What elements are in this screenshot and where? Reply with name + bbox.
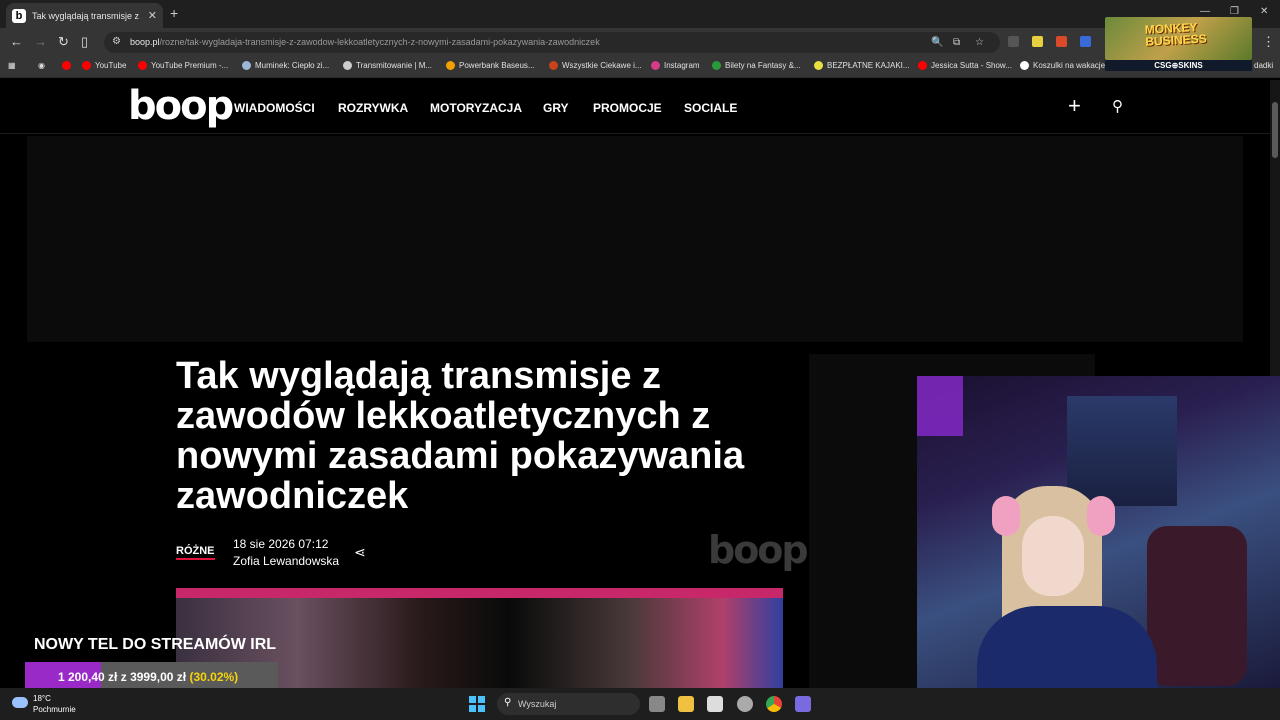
article-headline: Tak wyglądają transmisje z zawodów lekko… (176, 355, 745, 517)
weather-condition[interactable]: Pochmurnie (33, 705, 76, 714)
bookmark-favicon-icon (242, 61, 251, 70)
reload-icon[interactable]: ↻ (58, 34, 69, 50)
close-window-icon[interactable]: ✕ (1260, 6, 1268, 17)
stream-goal-title: NOWY TEL DO STREAMÓW IRL (34, 636, 277, 653)
nav-item-gry[interactable]: GRY (543, 101, 569, 115)
url-text: boop.pl/rozne/tak-wygladaja-transmisje-z… (130, 37, 600, 47)
minimize-icon[interactable]: — (1200, 6, 1210, 17)
weather-temperature[interactable]: 18°C (33, 694, 51, 703)
article-category-link[interactable]: RÓŻNE (176, 545, 215, 560)
article-author[interactable]: Zofia Lewandowska (233, 554, 339, 568)
image-stadium-band (176, 588, 783, 598)
boop-watermark-logo: boop (708, 528, 809, 572)
address-bar[interactable]: ⚙ boop.pl/rozne/tak-wygladaja-transmisje… (104, 32, 1000, 53)
bookmark-favicon-icon (446, 61, 455, 70)
browser-tab[interactable]: b Tak wyglądają transmisje z zaw ✕ (6, 3, 163, 28)
cat-ear-headphones-icon (1087, 496, 1115, 536)
close-tab-icon[interactable]: ✕ (148, 9, 157, 22)
site-info-icon[interactable]: ⚙ (112, 36, 121, 47)
store-icon[interactable] (707, 696, 723, 712)
bookmark-favicon-icon (712, 61, 721, 70)
scrollbar-thumb[interactable] (1272, 102, 1278, 158)
extension-icon[interactable] (1080, 36, 1091, 47)
bookmark-favicon-icon (651, 61, 660, 70)
webcam-background (1067, 396, 1177, 506)
taskbar-search-placeholder: Wyszukaj (518, 699, 557, 709)
bookmark-favicon-icon (138, 61, 147, 70)
bookmark-item[interactable]: Transmitowanie | M... (343, 61, 432, 70)
sponsor-game-title: MONKEY BUSINESS (1144, 20, 1208, 49)
site-logo[interactable]: boop (128, 86, 234, 126)
bookmark-youtube-icon[interactable] (62, 61, 71, 70)
browser-tab-strip: b Tak wyglądają transmisje z zaw ✕ + — ❐… (0, 0, 1280, 28)
file-explorer-icon[interactable] (678, 696, 694, 712)
bookmark-icon[interactable]: ◉ (38, 61, 45, 70)
bookmarks-bar: ▦ ◉ YouTube YouTube Premium -... Muminek… (0, 56, 1280, 78)
new-tab-button[interactable]: + (170, 5, 178, 21)
bookmark-item[interactable]: Instagram (651, 61, 700, 70)
webcam-light (917, 376, 963, 436)
extension-icon[interactable] (1008, 36, 1019, 47)
share-icon[interactable]: ⋖ (354, 544, 366, 561)
taskbar-search[interactable]: ⚲ Wyszukaj (497, 693, 640, 715)
bookmark-item[interactable]: Wszystkie Ciekawe i... (549, 61, 642, 70)
app-icon[interactable] (737, 696, 753, 712)
windows-start-icon[interactable] (469, 696, 485, 712)
sidebar-toggle-icon[interactable]: ▯ (81, 34, 88, 50)
streamer-webcam (917, 376, 1280, 690)
bookmark-item[interactable]: BEZPŁATNE KAJAKI... (814, 61, 910, 70)
chrome-icon[interactable] (766, 696, 782, 712)
bookmark-favicon-icon (918, 61, 927, 70)
stream-goal-text: 1 200,40 zł z 3999,00 zł (30.02%) (58, 670, 239, 684)
search-icon: ⚲ (504, 697, 512, 708)
sponsor-brand: CSG⊕SKINS (1105, 60, 1252, 71)
windows-taskbar: 18°C Pochmurnie ⚲ Wyszukaj (0, 688, 1280, 720)
ad-placeholder (27, 136, 1243, 342)
bookmark-item[interactable]: YouTube Premium -... (138, 61, 228, 70)
sponsor-banner: MONKEY BUSINESS (1105, 17, 1252, 60)
browser-menu-icon[interactable]: ⋮ (1262, 34, 1275, 50)
back-icon[interactable]: ← (10, 34, 23, 49)
webcam-face (1022, 516, 1084, 596)
site-header: boop WIADOMOŚCI ROZRYWKA MOTORYZACJA GRY… (0, 80, 1270, 134)
search-icon[interactable]: ⚲ (1112, 97, 1123, 115)
bookmark-star-icon[interactable]: ☆ (975, 37, 984, 48)
article-date: 18 sie 2026 07:12 (233, 537, 329, 551)
bookmark-favicon-icon (343, 61, 352, 70)
extension-icon[interactable] (1032, 36, 1043, 47)
install-app-icon[interactable]: ⧉ (953, 37, 960, 48)
apps-grid-icon[interactable]: ▦ (8, 61, 16, 70)
bookmarks-overflow[interactable]: dadki (1254, 61, 1273, 70)
bookmark-item[interactable]: Powerbank Baseus... (446, 61, 535, 70)
bookmark-favicon-icon (814, 61, 823, 70)
bookmark-favicon-icon (1020, 61, 1029, 70)
bookmark-favicon-icon (549, 61, 558, 70)
webcam-chair (1147, 526, 1247, 686)
browser-toolbar: ← → ↻ ▯ ⚙ boop.pl/rozne/tak-wygladaja-tr… (0, 28, 1280, 56)
bookmark-favicon-icon (82, 61, 91, 70)
plus-icon[interactable]: + (1068, 93, 1081, 119)
forward-icon[interactable]: → (34, 34, 47, 49)
bookmark-item[interactable]: Koszulki na wakacje (1020, 61, 1105, 70)
bookmark-item[interactable]: YouTube (82, 61, 126, 70)
zoom-icon[interactable]: 🔍 (931, 37, 943, 48)
nav-item-rozrywka[interactable]: ROZRYWKA (338, 101, 408, 115)
task-view-icon[interactable] (649, 696, 665, 712)
extension-icon[interactable] (1056, 36, 1067, 47)
bookmark-item[interactable]: Bilety na Fantasy &... (712, 61, 801, 70)
restore-icon[interactable]: ❐ (1230, 6, 1239, 17)
boop-favicon-icon: b (12, 8, 26, 23)
tab-title: Tak wyglądają transmisje z zaw (32, 10, 142, 21)
bookmark-item[interactable]: Muminek: Ciepło zi... (242, 61, 329, 70)
nav-item-wiadomosci[interactable]: WIADOMOŚCI (234, 101, 315, 115)
bookmark-item[interactable]: Jessica Sutta - Show... (918, 61, 1012, 70)
nav-item-promocje[interactable]: PROMOCJE (593, 101, 662, 115)
nav-item-sociale[interactable]: SOCIALE (684, 101, 737, 115)
chat-app-icon[interactable] (795, 696, 811, 712)
cat-ear-headphones-icon (992, 496, 1020, 536)
webcam-body (977, 606, 1157, 690)
cloud-icon[interactable] (12, 697, 28, 708)
nav-item-motoryzacja[interactable]: MOTORYZACJA (430, 101, 522, 115)
